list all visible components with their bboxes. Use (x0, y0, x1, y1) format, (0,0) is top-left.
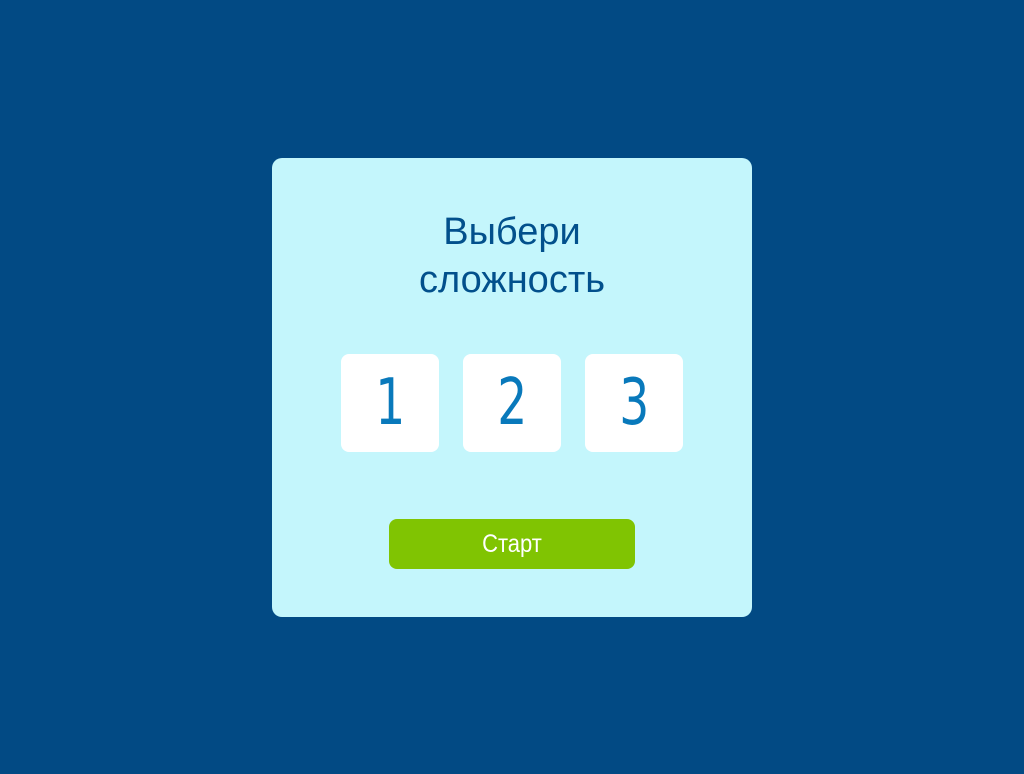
dialog-title-line-1: Выбери (443, 211, 581, 253)
start-button[interactable]: Старт (389, 519, 635, 569)
difficulty-label-2: 2 (496, 366, 528, 440)
difficulty-options: 1 2 3 (341, 354, 683, 452)
difficulty-label-3: 3 (618, 366, 650, 440)
dialog-title: Выбери сложность (272, 208, 752, 304)
difficulty-button-1[interactable]: 1 (341, 354, 439, 452)
difficulty-label-1: 1 (374, 366, 406, 440)
difficulty-button-2[interactable]: 2 (463, 354, 561, 452)
start-button-label: Старт (482, 530, 542, 558)
dialog-title-line-2: сложность (418, 259, 606, 301)
game-screen: Выбери сложность 1 2 3 Старт (0, 0, 1024, 774)
difficulty-dialog: Выбери сложность 1 2 3 Старт (272, 158, 752, 617)
difficulty-button-3[interactable]: 3 (585, 354, 683, 452)
